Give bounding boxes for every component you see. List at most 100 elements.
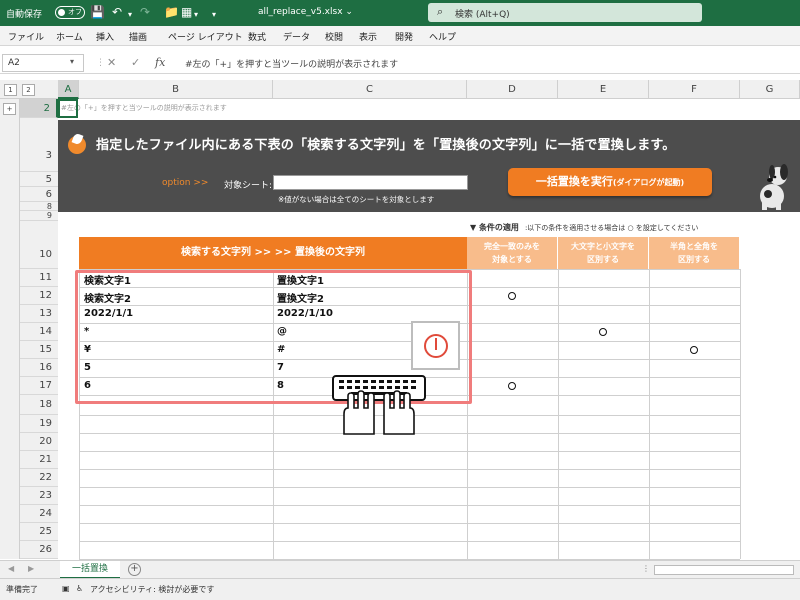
column-header-d[interactable]: D (467, 80, 558, 99)
row-header-23[interactable]: 23 (20, 487, 58, 505)
row-header-10[interactable]: 10 (20, 221, 58, 269)
title-bar: 自動保存 オフ 💾 ↶ ▾ ↷ 📁 ▦ ▾ ▾ all_replace_v5.x… (0, 0, 800, 26)
grid-col-line (558, 269, 559, 559)
row-header-13[interactable]: 13 (20, 305, 58, 323)
row-header-20[interactable]: 20 (20, 433, 58, 451)
column-headers: 1 2 A B C D E F G (0, 80, 800, 99)
column-header-b[interactable]: B (79, 80, 273, 99)
save-icon[interactable]: 💾 (90, 5, 105, 19)
active-cell-a2[interactable] (58, 99, 78, 118)
column-header-a[interactable]: A (58, 80, 79, 99)
insert-function-icon[interactable]: fx (155, 56, 165, 69)
open-folder-icon[interactable]: 📁 (164, 5, 179, 19)
customize-toolbar-icon[interactable]: ▾ (212, 8, 216, 22)
row-header-24[interactable]: 24 (20, 505, 58, 523)
row-header-6[interactable]: 6 (20, 187, 58, 202)
tab-options-icon[interactable]: ⋮ (642, 564, 650, 573)
option-circle-mark[interactable] (508, 382, 516, 390)
row-header-26[interactable]: 26 (20, 541, 58, 559)
grid-row-line (79, 541, 740, 542)
row-header-18[interactable]: 18 (20, 395, 58, 415)
menu-data[interactable]: データ (283, 30, 310, 43)
row-header-5[interactable]: 5 (20, 172, 58, 187)
outline-gutter: + (0, 99, 20, 559)
name-box-dropdown-icon[interactable]: ▾ (70, 57, 74, 66)
undo-icon[interactable]: ↶ (112, 5, 122, 19)
option-circle-mark[interactable] (508, 292, 516, 300)
keyboard-typing-icon (332, 375, 426, 435)
row-header-3[interactable]: 3 (20, 118, 58, 172)
row-header-11[interactable]: 11 (20, 269, 58, 287)
row-header-14[interactable]: 14 (20, 323, 58, 341)
file-name[interactable]: all_replace_v5.xlsx ⌄ (258, 7, 353, 17)
search-box[interactable]: ⌕ 検索 (Alt+Q) (428, 3, 702, 22)
menu-formulas[interactable]: 数式 (248, 30, 266, 43)
horizontal-scrollbar[interactable] (654, 565, 794, 575)
enter-icon[interactable]: ✓ (131, 56, 140, 69)
accessibility-icon[interactable]: ♿ (76, 584, 83, 593)
row-header-15[interactable]: 15 (20, 341, 58, 359)
menu-help[interactable]: ヘルプ (429, 30, 456, 43)
grid-col-line (649, 269, 650, 559)
redo-icon: ↷ (140, 5, 151, 19)
macro-record-icon[interactable]: ▣ (62, 584, 70, 593)
outline-level-2[interactable]: 2 (22, 84, 35, 96)
column-header-e[interactable]: E (558, 80, 649, 99)
formula-bar: A2 ▾ ⋮ ✕ ✓ fx #左の「+」を押すと当ツールの説明が表示されます (0, 52, 800, 74)
conditions-hint: :以下の条件を適用させる場合は ○ を設定してください (524, 224, 699, 232)
row-header-22[interactable]: 22 (20, 469, 58, 487)
row-header-21[interactable]: 21 (20, 451, 58, 469)
option-header-exact-match: 完全一致のみを 対象とする (467, 237, 558, 269)
row-header-17[interactable]: 17 (20, 377, 58, 395)
row-header-16[interactable]: 16 (20, 359, 58, 377)
column-header-c[interactable]: C (273, 80, 467, 99)
status-ready: 準備完了 (6, 585, 38, 594)
menu-view[interactable]: 表示 (359, 30, 377, 43)
search-placeholder: 検索 (Alt+Q) (455, 10, 510, 20)
grid-icon[interactable]: ▦ (181, 5, 192, 19)
formula-content[interactable]: #左の「+」を押すと当ツールの説明が表示されます (185, 57, 398, 70)
search-icon: ⌕ (437, 5, 444, 18)
menu-home[interactable]: ホーム (56, 30, 83, 43)
grid-row-line (79, 469, 740, 470)
tab-prev-icon[interactable]: ◀ (8, 564, 14, 573)
row-header-9[interactable]: 9 (20, 211, 58, 221)
column-header-f[interactable]: F (649, 80, 740, 99)
option-header-case: 大文字と小文字を 区別する (558, 237, 649, 269)
cancel-icon[interactable]: ✕ (107, 56, 116, 69)
sheet-tab-bar: ◀ ▶ 一括置換 + ⋮ (0, 560, 800, 579)
tab-next-icon[interactable]: ▶ (28, 564, 34, 573)
row-header-8[interactable]: 8 (20, 202, 58, 211)
option-circle-mark[interactable] (690, 346, 698, 354)
column-header-g[interactable]: G (740, 80, 800, 99)
menu-review[interactable]: 校閲 (325, 30, 343, 43)
accessibility-status[interactable]: アクセシビリティ: 検討が必要です (90, 584, 214, 595)
formula-bar-separator: ⋮ (96, 58, 105, 68)
grid-col-line (740, 269, 741, 559)
target-sheet-hint: ※値がない場合は全てのシートを対象とします (278, 195, 435, 204)
undo-dropdown-icon[interactable]: ▾ (128, 8, 132, 22)
expand-outline-button[interactable]: + (3, 103, 16, 115)
grid-row-line (79, 451, 740, 452)
menu-file[interactable]: ファイル (8, 30, 44, 43)
menu-insert[interactable]: 挿入 (96, 30, 114, 43)
autosave-toggle[interactable]: オフ (55, 6, 85, 19)
add-sheet-button[interactable]: + (128, 563, 141, 576)
menu-developer[interactable]: 開発 (395, 30, 413, 43)
row-header-19[interactable]: 19 (20, 415, 58, 433)
row-header-25[interactable]: 25 (20, 523, 58, 541)
grid-dropdown-icon[interactable]: ▾ (194, 8, 198, 22)
outline-level-1[interactable]: 1 (4, 84, 17, 96)
grid-row-line (79, 487, 740, 488)
option-circle-mark[interactable] (599, 328, 607, 336)
target-sheet-input[interactable] (273, 175, 468, 190)
row-header-2[interactable]: 2 (20, 99, 58, 118)
menu-draw[interactable]: 描画 (129, 30, 147, 43)
target-sheet-label: 対象シート: (224, 181, 273, 191)
run-replace-button[interactable]: 一括置換を実行(ダイアログが起動) (508, 168, 712, 196)
status-bar: 準備完了 ▣ ♿ アクセシビリティ: 検討が必要です (0, 578, 800, 600)
autosave-label: 自動保存 (6, 10, 43, 20)
row-header-12[interactable]: 12 (20, 287, 58, 305)
sheet-tab-active[interactable]: 一括置換 (60, 561, 120, 579)
menu-page-layout[interactable]: ページ レイアウト (168, 30, 243, 43)
